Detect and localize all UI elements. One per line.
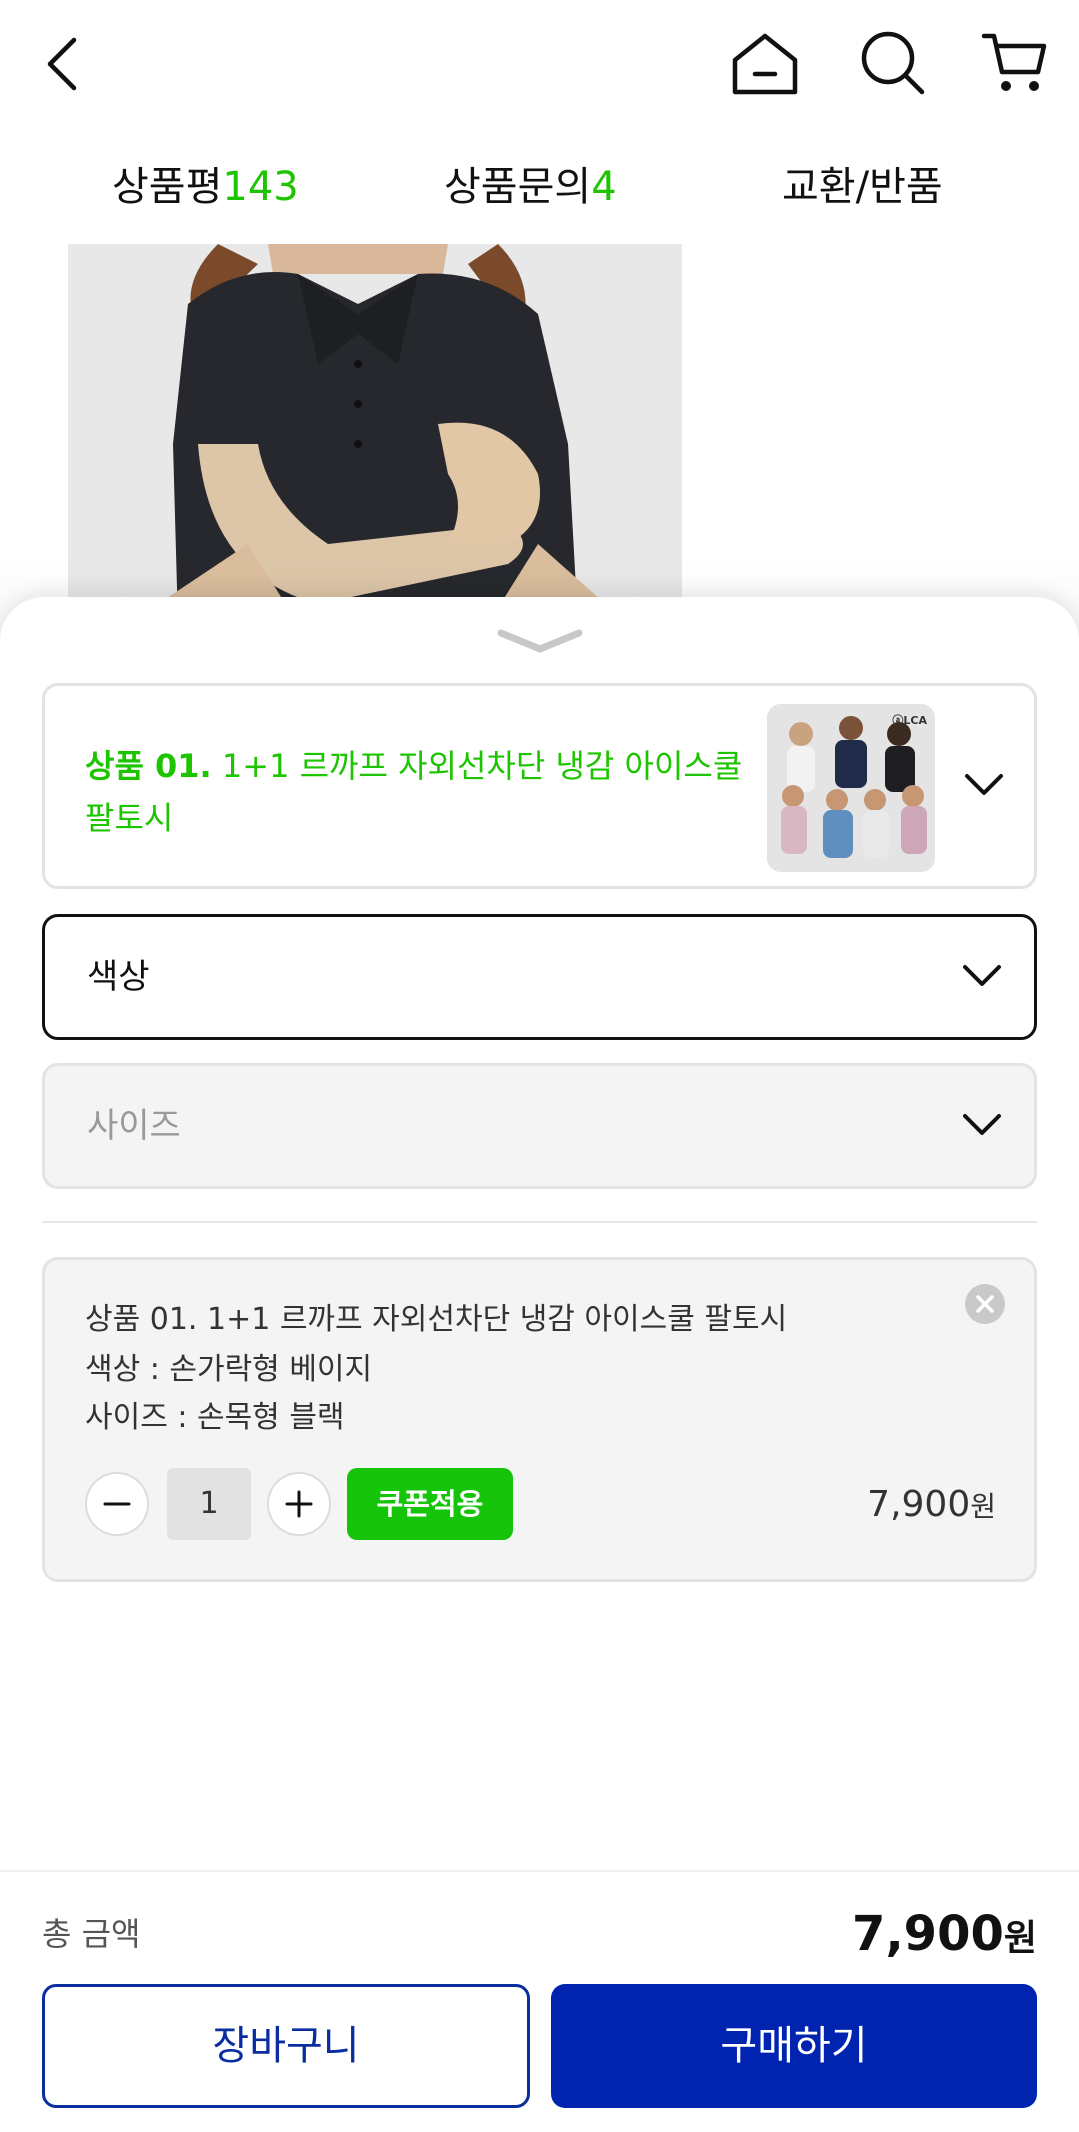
total-label: 총 금액 [42,1915,141,1953]
plus-icon [285,1490,313,1518]
size-select[interactable]: 사이즈 [42,1063,1037,1189]
selected-item-size: 사이즈 : 손목형 블랙 [85,1400,345,1435]
top-bar [0,0,1079,130]
color-select-label: 색상 [87,957,150,997]
total-price: 7,900원 [852,1902,1037,1971]
quantity-increase-button[interactable] [267,1472,331,1536]
tab-inquiries[interactable]: 상품문의4 [444,130,617,244]
product-selector[interactable]: 상품 01. 1+1 르까프 자외선차단 냉감 아이스쿨 팔토시 ⓐLCA [42,683,1037,889]
chevron-down-icon [965,774,1003,795]
item-price-currency: 원 [970,1490,996,1523]
group-photo-illustration [767,704,935,872]
purchase-footer: 총 금액 7,900원 장바구니 구매하기 [0,1870,1079,2132]
tab-label: 상품평 [112,164,223,210]
total-price-value: 7,900 [852,1906,1004,1962]
review-count: 143 [222,164,299,210]
apply-coupon-button[interactable]: 쿠폰적용 [347,1468,513,1540]
divider [42,1221,1037,1223]
remove-item-button[interactable] [965,1284,1005,1324]
tab-label: 교환/반품 [782,164,943,210]
quantity-value[interactable]: 1 [167,1468,251,1540]
product-thumbnail: ⓐLCA [767,704,935,872]
product-name: 상품 01. 1+1 르까프 자외선차단 냉감 아이스쿨 팔토시 [85,740,765,844]
tab-label: 상품문의 [444,164,592,210]
minus-icon [103,1502,131,1506]
search-icon[interactable] [858,28,928,98]
product-tabs: 상품평143 상품문의4 교환/반품 [0,130,1079,246]
chevron-down-icon [963,965,1001,986]
item-price-value: 7,900 [867,1484,971,1525]
inquiry-count: 4 [591,164,617,210]
close-icon [976,1295,994,1313]
selected-item-color: 색상 : 손가락형 베이지 [85,1352,373,1387]
product-prefix: 상품 01. [85,747,212,785]
cart-icon[interactable] [980,28,1050,98]
home-icon[interactable] [730,30,800,98]
tab-exchange-return[interactable]: 교환/반품 [782,130,943,244]
total-price-currency: 원 [1003,1918,1037,1959]
chevron-down-icon [963,1114,1001,1135]
item-price: 7,900원 [867,1478,996,1534]
brand-logo: ⓐLCA [892,714,927,727]
size-select-label: 사이즈 [87,1106,181,1146]
quantity-decrease-button[interactable] [85,1472,149,1536]
tab-reviews[interactable]: 상품평143 [112,130,299,244]
selected-item-title: 상품 01. 1+1 르까프 자외선차단 냉감 아이스쿨 팔토시 [85,1302,788,1337]
add-to-cart-button[interactable]: 장바구니 [42,1984,530,2108]
sheet-collapse-handle-icon[interactable] [497,627,583,657]
buy-now-button[interactable]: 구매하기 [551,1984,1037,2108]
back-icon[interactable] [40,34,84,94]
selected-item-card: 상품 01. 1+1 르까프 자외선차단 냉감 아이스쿨 팔토시 색상 : 손가… [42,1257,1037,1582]
color-select[interactable]: 색상 [42,914,1037,1040]
